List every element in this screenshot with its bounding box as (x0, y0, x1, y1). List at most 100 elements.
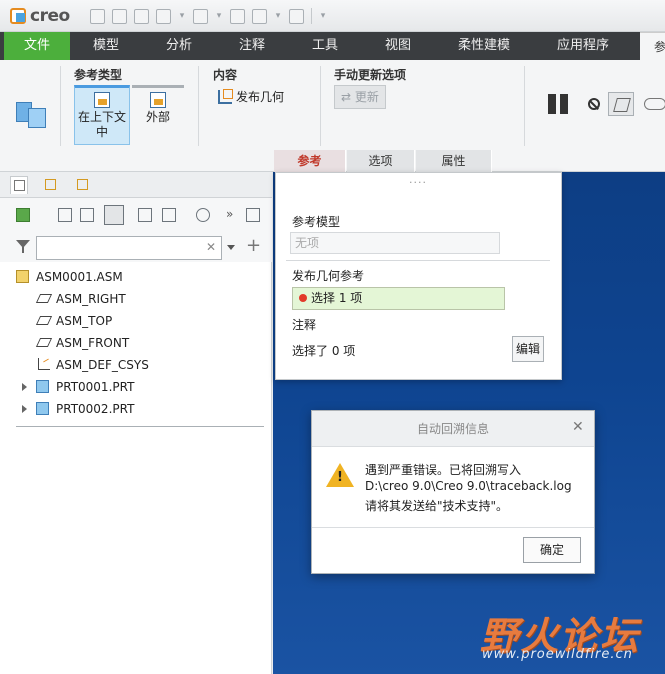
close-icon[interactable]: ✕ (572, 419, 584, 435)
dialog-message-line2: D:\creo 9.0\Creo 9.0\traceback.log (365, 479, 572, 493)
tree-item-label: ASM_TOP (56, 314, 113, 328)
expand-arrow-icon[interactable] (22, 383, 27, 391)
save-icon[interactable] (134, 8, 149, 24)
refresh-button[interactable]: ⇄ 更新 (334, 85, 386, 109)
csys-icon (38, 358, 50, 370)
tree-item-prt0002[interactable]: PRT0002.PRT (20, 398, 134, 420)
new-file-icon[interactable] (90, 8, 105, 24)
panel-grip[interactable]: ···· (409, 176, 427, 189)
settings-file-icon[interactable] (246, 208, 260, 222)
tab-annotate[interactable]: 注释 (216, 32, 288, 60)
tree-columns-icon[interactable] (80, 208, 94, 222)
assembly-icon (16, 270, 29, 283)
refresh-icon: ⇄ (341, 90, 352, 104)
tree-item-prt0001[interactable]: PRT0001.PRT (20, 376, 134, 398)
subtab-properties[interactable]: 属性 (416, 150, 492, 172)
external-icon (150, 92, 166, 108)
tree-item-label: ASM_DEF_CSYS (56, 358, 149, 372)
verify-glasses-icon[interactable] (644, 98, 665, 110)
ref-model-label: 参考模型 (292, 215, 341, 229)
preview-button[interactable] (608, 92, 634, 116)
model-tree-icon (14, 180, 25, 191)
redo-icon[interactable] (193, 8, 208, 24)
subtab-references[interactable]: 参考 (274, 150, 346, 172)
ref-model-field[interactable]: 无项 (290, 232, 500, 254)
edit-button[interactable]: 编辑 (512, 336, 544, 362)
left-panel-tabs (0, 172, 272, 198)
tab-model-tree[interactable] (10, 176, 28, 194)
filter-icon[interactable] (16, 240, 30, 253)
panel-divider (286, 260, 550, 261)
tree-list-icon[interactable] (58, 208, 72, 222)
warning-icon-mark: ! (337, 470, 343, 485)
dialog-message-line3: 请将其发送给"技术支持"。 (365, 499, 509, 513)
tab-model[interactable]: 模型 (70, 32, 142, 60)
tree-item-asm0001[interactable]: ASM0001.ASM (16, 266, 123, 288)
expand-arrow-icon[interactable] (22, 405, 27, 413)
creo-logo-text: creo (30, 6, 70, 26)
more-icon[interactable]: » (226, 207, 233, 221)
tab-applications[interactable]: 应用程序 (534, 32, 632, 60)
tab-view[interactable]: 视图 (362, 32, 434, 60)
ribbon-separator (198, 66, 199, 146)
undo-dropdown-icon[interactable]: ▾ (178, 9, 186, 24)
close-window-icon[interactable] (289, 8, 304, 24)
subtab-options[interactable]: 选项 (347, 150, 415, 172)
tree-item-asm-front[interactable]: ASM_FRONT (35, 332, 130, 354)
ref-external-label: 外部 (145, 110, 170, 124)
open-file-icon[interactable] (112, 8, 127, 24)
customize-qat-icon[interactable]: ▾ (319, 9, 327, 24)
favorites-icon (77, 179, 88, 190)
tree-settings-icon[interactable] (162, 208, 176, 222)
show-icon[interactable] (16, 208, 30, 222)
tree-item-label: ASM_RIGHT (56, 292, 126, 306)
tab-tools[interactable]: 工具 (288, 32, 362, 60)
part-icon (36, 380, 49, 393)
cancel-icon[interactable] (588, 98, 600, 110)
tree-item-asm-def-csys[interactable]: ASM_DEF_CSYS (36, 354, 149, 376)
tab-folder-browser[interactable] (42, 176, 60, 194)
publish-ref-collector[interactable]: 选择 1 项 (292, 287, 505, 310)
regenerate-icon[interactable] (230, 8, 245, 24)
add-filter-icon[interactable]: + (246, 237, 261, 255)
layers-icon[interactable] (104, 205, 124, 225)
quick-access-toolbar: creo ▾ ▾ ▾ ▾ (0, 0, 665, 32)
dialog-divider (312, 527, 594, 528)
manual-update-group-title: 手动更新选项 (334, 68, 407, 82)
refresh-label: 更新 (354, 90, 379, 104)
pause-icon[interactable] (546, 94, 570, 114)
clear-search-icon[interactable]: ✕ (206, 240, 216, 254)
tree-item-asm-right[interactable]: ASM_RIGHT (35, 288, 126, 310)
ok-button[interactable]: 确定 (523, 537, 581, 563)
search-dropdown-icon[interactable] (227, 245, 235, 250)
tab-merge[interactable]: 参 (640, 32, 665, 60)
tree-item-asm-top[interactable]: ASM_TOP (35, 310, 113, 332)
tab-file[interactable]: 文件 (4, 32, 70, 60)
undo-icon[interactable] (156, 8, 171, 24)
ribbon-tab-bar: 文件 模型 分析 注释 工具 视图 柔性建模 应用程序 参 (0, 32, 665, 60)
tab-analysis[interactable]: 分析 (142, 32, 216, 60)
publish-geometry-button[interactable]: 发布几何 (218, 88, 284, 105)
ref-in-context-button[interactable]: 在上下文中 (74, 85, 130, 145)
tab-flexible-modeling[interactable]: 柔性建模 (434, 32, 534, 60)
tree-item-label: PRT0001.PRT (56, 380, 135, 394)
ref-external-button[interactable]: 外部 (132, 85, 184, 127)
windows-dropdown-icon[interactable]: ▾ (274, 9, 282, 24)
tab-favorites[interactable] (74, 176, 92, 194)
creo-logo-icon (10, 8, 26, 24)
watermark: 野火论坛 www.proewildfire.cn (480, 605, 665, 674)
tree-insert-divider[interactable] (16, 426, 264, 427)
tree-item-label: ASM_FRONT (56, 336, 130, 350)
datum-plane-icon (35, 338, 53, 347)
part-icon (36, 402, 49, 415)
redo-dropdown-icon[interactable]: ▾ (215, 9, 223, 24)
traceback-dialog: 自动回溯信息 ✕ ! 遇到严重错误。已将回溯写入 D:\creo 9.0\Cre… (311, 410, 595, 574)
datum-plane-icon (35, 316, 53, 325)
notes-label: 注释 (292, 318, 317, 332)
in-context-icon (94, 92, 110, 108)
tree-search-input[interactable] (36, 236, 222, 260)
publish-ref-label: 发布几何参考 (292, 269, 365, 283)
tree-filters-icon[interactable] (138, 208, 152, 222)
gear-icon[interactable] (196, 208, 210, 222)
windows-icon[interactable] (252, 8, 267, 24)
